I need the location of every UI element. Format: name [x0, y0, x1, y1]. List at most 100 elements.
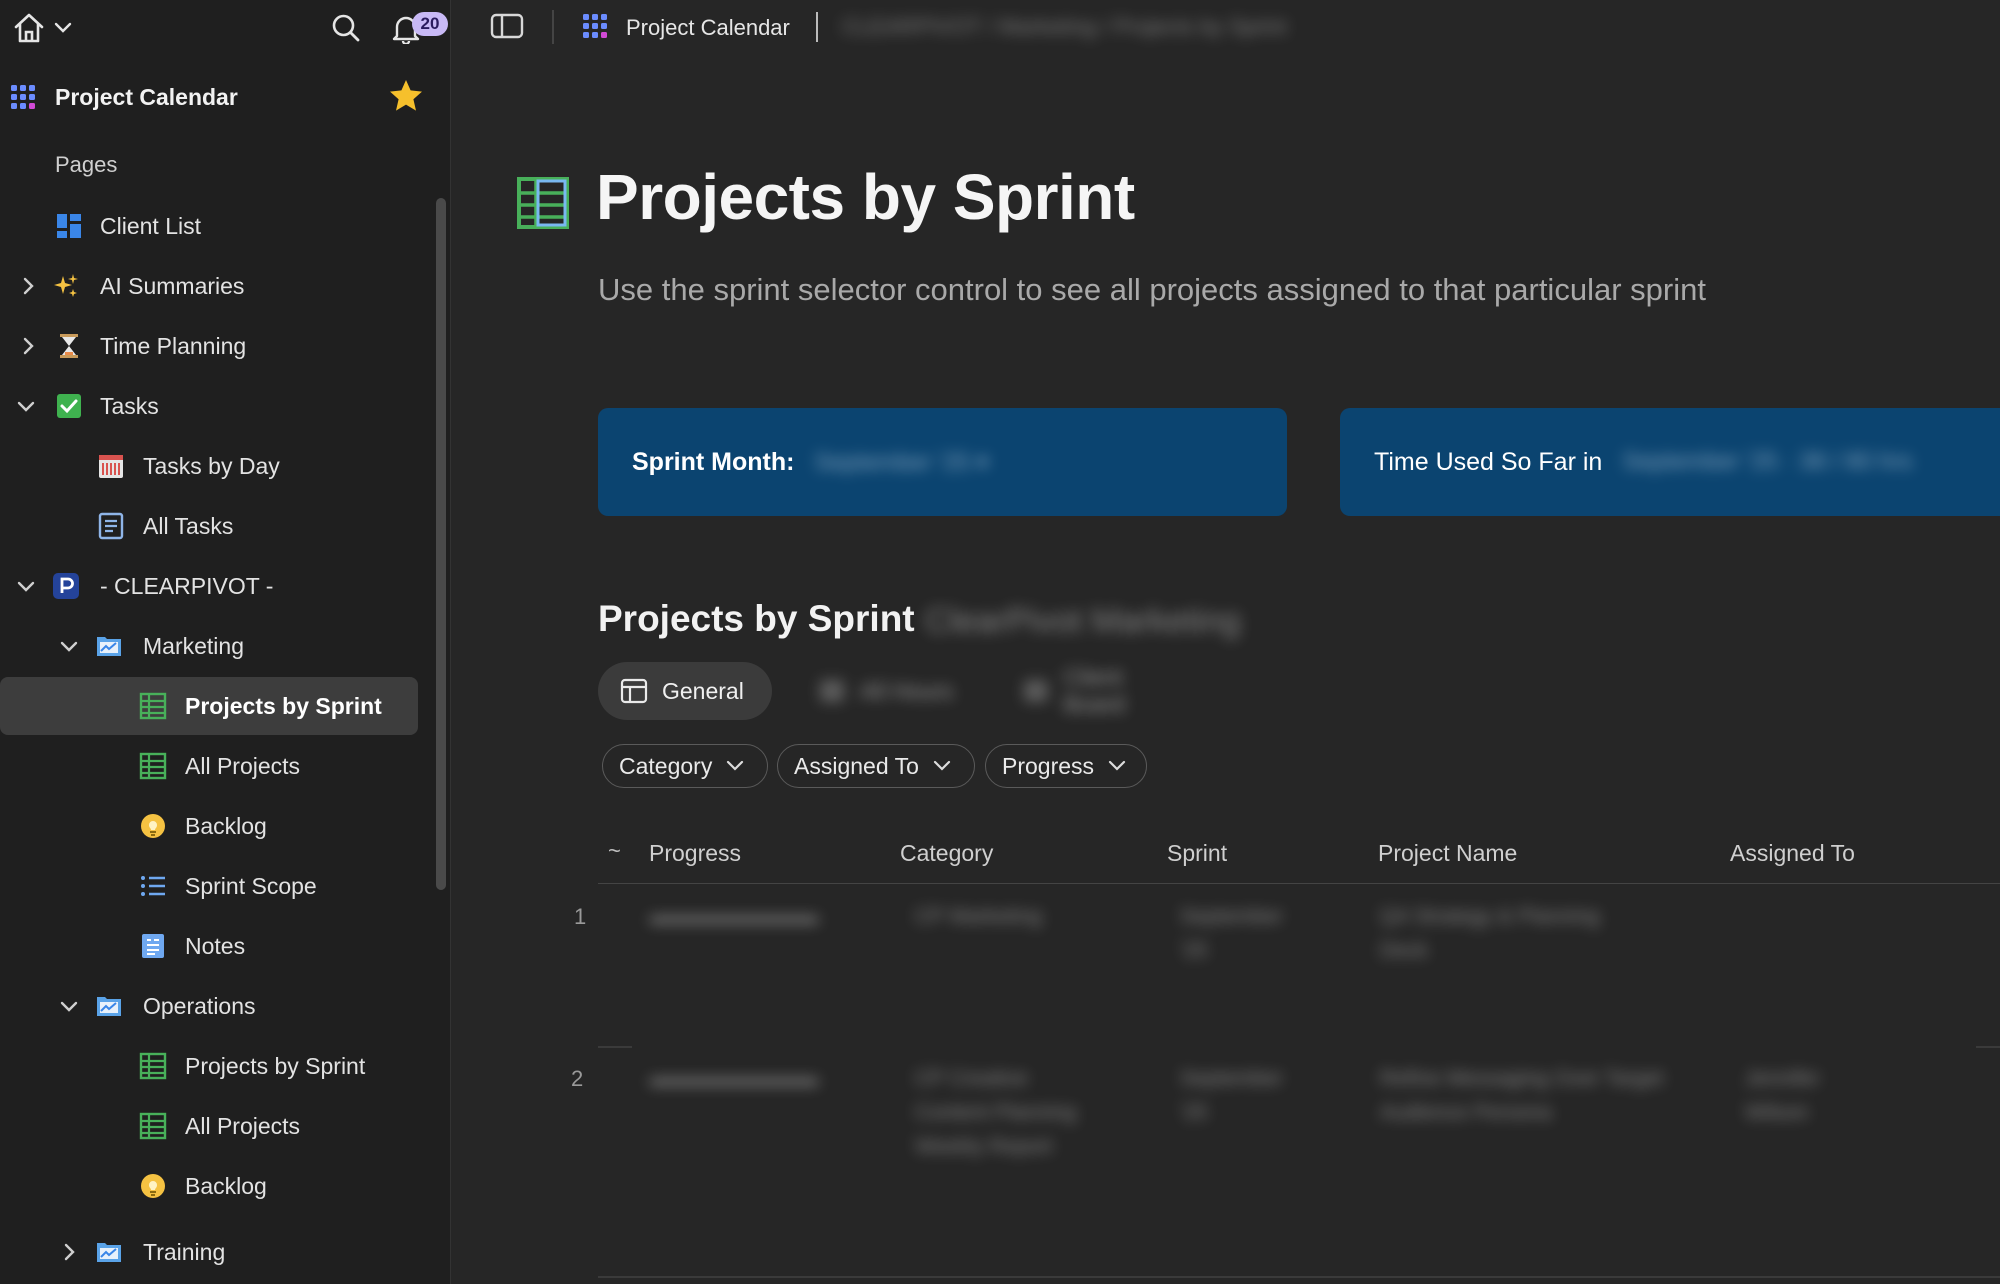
- chevron-right-icon[interactable]: [16, 334, 40, 358]
- sidebar-item-label: Projects by Sprint: [185, 1053, 366, 1079]
- chevron-down-icon[interactable]: [57, 634, 81, 658]
- sidebar-item-operations[interactable]: Operations: [0, 977, 450, 1035]
- chevron-down-icon[interactable]: [14, 394, 38, 418]
- table-icon: [139, 1052, 167, 1080]
- chart-folder-icon: [97, 997, 121, 1016]
- sprint-month-label: Sprint Month:: [632, 447, 795, 476]
- table-cell-assigned-to[interactable]: Jennifer Wilson: [1745, 1062, 1820, 1130]
- row-divider: [598, 1276, 2000, 1278]
- table-icon: [517, 177, 569, 229]
- sidebar-item-ops-backlog[interactable]: Backlog: [0, 1157, 450, 1215]
- sidebar-item-notes[interactable]: Notes: [0, 917, 450, 975]
- chevron-down-icon: [54, 22, 72, 33]
- chevron-down-icon[interactable]: [57, 994, 81, 1018]
- doc-title: Project Calendar: [55, 84, 238, 110]
- sidebar-item-backlog[interactable]: Backlog: [0, 797, 450, 855]
- sidebar-item-label: Sprint Scope: [185, 873, 317, 899]
- sidebar-item-training[interactable]: Training: [0, 1223, 450, 1281]
- dashboard-icon: [57, 214, 81, 238]
- sidebar-item-label: Operations: [143, 993, 256, 1019]
- hourglass-icon: [60, 334, 78, 358]
- table-section-title: Projects by Sprint: [598, 598, 915, 639]
- sidebar-item-label: Time Planning: [100, 333, 247, 359]
- table-header-row: ~ Progress Category Sprint Project Name …: [598, 828, 2000, 884]
- view-tab-label: General: [662, 677, 744, 704]
- doc-header[interactable]: Project Calendar: [0, 72, 450, 124]
- sidebar-item-label: Client List: [100, 213, 201, 239]
- checkbox-icon: [57, 394, 81, 418]
- sidebar-item-label: All Projects: [185, 753, 301, 779]
- sidebar-item-label: Marketing: [143, 633, 244, 659]
- chevron-right-icon[interactable]: [16, 274, 40, 298]
- filter-label: Category: [619, 752, 713, 779]
- table-cell-project-name[interactable]: Refine Messaging Over Target Audience Pe…: [1380, 1062, 1663, 1130]
- sidebar-item-tasks-by-day[interactable]: Tasks by Day: [0, 437, 450, 495]
- sidebar-item-ai-summaries[interactable]: AI Summaries: [0, 257, 450, 315]
- view-tab-general[interactable]: General: [598, 662, 772, 720]
- filter-assigned-to[interactable]: Assigned To: [777, 744, 975, 788]
- sidebar-item-sprint-scope[interactable]: Sprint Scope: [0, 857, 450, 915]
- chevron-down-icon: [727, 760, 744, 771]
- table-cell-category[interactable]: CP Marketing: [915, 900, 1042, 934]
- search-button[interactable]: [328, 10, 364, 46]
- chevron-right-icon[interactable]: [57, 1240, 81, 1264]
- sidebar-item-label: Training: [143, 1239, 226, 1265]
- chart-folder-icon: [97, 637, 121, 656]
- table-cell-progress[interactable]: ▬▬▬▬▬▬▬▬: [650, 1062, 818, 1096]
- table-icon: [139, 752, 167, 780]
- sidebar-item-label: Notes: [185, 933, 246, 959]
- star-icon[interactable]: [388, 78, 424, 114]
- sidebar: 20 Project Calendar Pages Client List AI…: [0, 0, 451, 1284]
- table-cell-sprint[interactable]: September '25: [1180, 900, 1283, 968]
- column-header-assigned-to[interactable]: Assigned To: [1730, 840, 1855, 867]
- sidebar-item-ops-projects-by-sprint[interactable]: Projects by Sprint: [0, 1037, 450, 1095]
- column-header-project-name[interactable]: Project Name: [1378, 840, 1517, 867]
- table-view-icon: [820, 680, 844, 702]
- sprint-month-selector[interactable]: September '25 ▾: [814, 448, 988, 477]
- column-header-sprint[interactable]: Sprint: [1167, 840, 1227, 867]
- sidebar-item-label: Backlog: [185, 1173, 267, 1199]
- table-cell-progress[interactable]: ▬▬▬▬▬▬▬▬: [650, 900, 818, 934]
- chart-folder-icon: [97, 1243, 121, 1262]
- sidebar-item-label: All Tasks: [143, 513, 234, 539]
- table-cell-category[interactable]: CP Creative Content Planning Weekly Repo…: [915, 1062, 1076, 1164]
- home-button[interactable]: [8, 10, 80, 46]
- chevron-down-icon: [933, 760, 950, 771]
- doc-grid-icon: [11, 85, 35, 109]
- column-header-progress[interactable]: Progress: [649, 840, 741, 867]
- view-tab-label: All Hours: [860, 677, 954, 704]
- lightbulb-icon: [141, 1174, 165, 1198]
- breadcrumb-doc-title[interactable]: Project Calendar: [626, 15, 790, 41]
- notification-count-badge: 20: [412, 12, 448, 36]
- sidebar-item-marketing[interactable]: Marketing: [0, 617, 450, 675]
- breadcrumb-path[interactable]: CLEARPIVOT / Marketing / Projects by Spr…: [842, 14, 1287, 40]
- table-cell-project-name[interactable]: Q4 Strategy & Planning Deck: [1380, 900, 1599, 968]
- notifications-button[interactable]: 20: [386, 8, 448, 46]
- column-header-category[interactable]: Category: [900, 840, 993, 867]
- sidebar-scrollbar[interactable]: [436, 198, 446, 890]
- toggle-sidebar-button[interactable]: [490, 12, 526, 42]
- row-number: 2: [571, 1066, 584, 1091]
- sort-toggle[interactable]: ~: [608, 838, 621, 864]
- sidebar-item-label: Tasks: [100, 393, 159, 419]
- filter-progress[interactable]: Progress: [985, 744, 1147, 788]
- chevron-down-icon[interactable]: [14, 574, 38, 598]
- sidebar-item-all-tasks[interactable]: All Tasks: [0, 497, 450, 555]
- p-logo-icon: [53, 573, 79, 599]
- sidebar-item-all-projects[interactable]: All Projects: [0, 737, 450, 795]
- sidebar-item-projects-by-sprint[interactable]: Projects by Sprint: [0, 677, 418, 735]
- sidebar-item-tasks[interactable]: Tasks: [0, 377, 450, 435]
- filter-category[interactable]: Category: [602, 744, 768, 788]
- view-tab-2[interactable]: All Hours: [796, 662, 976, 720]
- pages-section-label: Pages: [55, 152, 118, 177]
- notes-icon: [142, 934, 164, 958]
- sidebar-item-label: Tasks by Day: [143, 453, 280, 479]
- table-cell-sprint[interactable]: September '25: [1180, 1062, 1283, 1130]
- view-tab-3[interactable]: Client Board: [1000, 662, 1210, 720]
- document-list-icon: [98, 512, 124, 540]
- sidebar-item-ops-all-projects[interactable]: All Projects: [0, 1097, 450, 1155]
- sidebar-item-time-planning[interactable]: Time Planning: [0, 317, 450, 375]
- sidebar-item-client-list[interactable]: Client List: [0, 197, 450, 255]
- sidebar-item-clearpivot[interactable]: - CLEARPIVOT -: [0, 557, 450, 615]
- table-view-icon: [1023, 680, 1048, 702]
